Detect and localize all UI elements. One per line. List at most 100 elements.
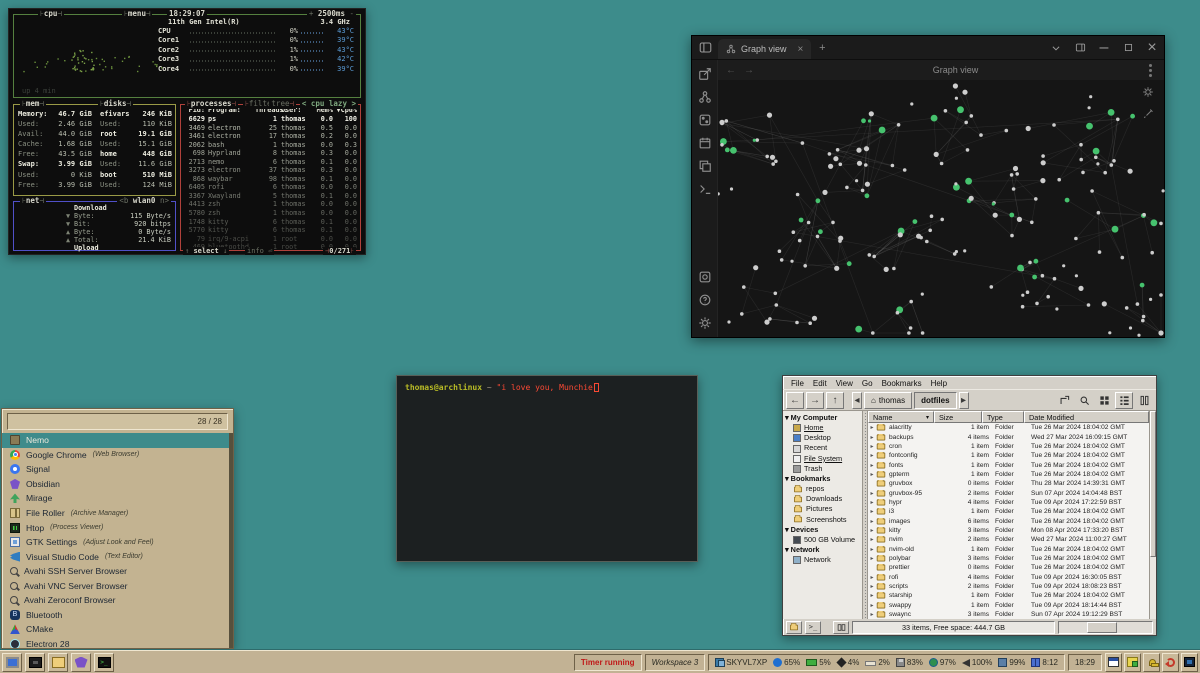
dual-pane-toggle-icon[interactable] — [833, 621, 849, 634]
fm-vertical-scrollbar[interactable] — [1149, 411, 1156, 619]
back-button[interactable]: ← — [786, 392, 804, 409]
taskbar-window-button[interactable] — [1105, 653, 1122, 672]
help-icon[interactable] — [698, 293, 712, 307]
maximize-button[interactable] — [1116, 36, 1140, 59]
btop-net-title[interactable]: ⊦net⊣ — [20, 196, 46, 206]
taskbar-keys-button[interactable] — [1143, 653, 1160, 672]
file-row[interactable]: ▸scripts2 itemsFolderTue 09 Apr 2024 18:… — [868, 582, 1149, 591]
menu-view[interactable]: View — [832, 379, 857, 388]
process-row[interactable]: 79irq/9-acpi1root0.00.0 — [181, 235, 360, 244]
graph-canvas[interactable] — [718, 80, 1164, 337]
process-row[interactable]: 1748kitty6thomas0.10.0 — [181, 218, 360, 227]
tray-network[interactable]: SKYVL7XP — [715, 658, 767, 667]
process-row[interactable]: 5780zsh1thomas0.00.0 — [181, 209, 360, 218]
column-header-size[interactable]: Size — [934, 411, 982, 423]
process-row[interactable]: 3367Xwayland5thomas0.10.0 — [181, 192, 360, 201]
menu-item-electron-28[interactable]: Electron 28 — [2, 637, 233, 648]
menu-item-obsidian[interactable]: Obsidian — [2, 477, 233, 492]
more-options-icon[interactable] — [1149, 69, 1152, 72]
row-expander-icon[interactable]: ▸ — [868, 443, 876, 450]
process-row[interactable]: 4413zsh1thomas0.00.0 — [181, 200, 360, 209]
menu-go[interactable]: Go — [858, 379, 877, 388]
menu-item-mirage[interactable]: Mirage — [2, 491, 233, 506]
dual-pane-icon[interactable] — [1135, 392, 1153, 409]
file-row[interactable]: ▸gpterm1 itemFolderTue 26 Mar 2024 18:04… — [868, 470, 1149, 479]
menu-item-file-roller[interactable]: File Roller(Archive Manager) — [2, 506, 233, 521]
sidebar-item-pictures[interactable]: Pictures — [785, 504, 862, 514]
file-row[interactable]: ▸starship1 itemFolderTue 26 Mar 2024 18:… — [868, 591, 1149, 600]
menu-item-avahi-vnc-server-browser[interactable]: Avahi VNC Server Browser — [2, 578, 233, 593]
file-row[interactable]: ▸fontconfig1 itemFolderTue 26 Mar 2024 1… — [868, 451, 1149, 460]
row-expander-icon[interactable]: ▸ — [868, 546, 876, 553]
close-button[interactable]: × — [1140, 36, 1164, 59]
btop-disks-title[interactable]: ⊦disks⊣ — [98, 99, 133, 109]
tray-pc[interactable]: 99% — [998, 658, 1025, 667]
menu-item-nemo[interactable]: Nemo — [2, 433, 233, 448]
sidebar-item-repos[interactable]: repos — [785, 484, 862, 494]
menu-scrollbar[interactable] — [229, 433, 233, 648]
process-table[interactable]: 6629ps1thomas0.01003469electron25thomas0… — [181, 115, 360, 252]
btop-tree-toggle[interactable]: tree⊣ — [269, 99, 296, 109]
menu-bookmarks[interactable]: Bookmarks — [878, 379, 926, 388]
menu-item-signal[interactable]: Signal — [2, 462, 233, 477]
sidebar-section-header[interactable]: ▾Bookmarks — [785, 474, 862, 484]
sidebar-item-downloads[interactable]: Downloads — [785, 494, 862, 504]
row-expander-icon[interactable]: ▸ — [868, 536, 876, 543]
tray-grid[interactable]: 8:12 — [1031, 658, 1058, 667]
menu-item-htop[interactable]: Htop(Process Viewer) — [2, 520, 233, 535]
crumb-next-button[interactable]: ▸ — [959, 392, 969, 409]
terminal-pane-toggle-icon[interactable]: >_ — [805, 621, 821, 634]
vault-icon[interactable] — [698, 270, 712, 284]
breadcrumb-current[interactable]: dotfiles — [914, 392, 956, 409]
menu-item-bluetooth[interactable]: Bluetooth — [2, 608, 233, 623]
dice-icon[interactable] — [698, 113, 712, 127]
tray-battery[interactable]: 5% — [806, 658, 831, 667]
process-row[interactable]: 698Hyprland8thomas0.30.0 — [181, 149, 360, 158]
file-row[interactable]: gruvbox0 itemsFolderThu 28 Mar 2024 14:3… — [868, 479, 1149, 488]
new-window-icon[interactable] — [1055, 392, 1073, 409]
templates-icon[interactable] — [698, 159, 712, 173]
workspace-widget[interactable]: Workspace 3 — [645, 654, 706, 671]
tray-globe[interactable]: 97% — [929, 658, 956, 667]
taskbar-monitor-button[interactable] — [1181, 653, 1198, 672]
row-expander-icon[interactable]: ▸ — [868, 490, 876, 497]
row-expander-icon[interactable]: ▸ — [868, 555, 876, 562]
column-header-date-modified[interactable]: Date Modified — [1024, 411, 1149, 423]
sidebar-section-header[interactable]: ▾Network — [785, 545, 862, 555]
sidebar-section-header[interactable]: ▾My Computer — [785, 413, 862, 423]
nav-forward-icon[interactable]: → — [744, 65, 762, 76]
sidebar-section-header[interactable]: ▾Devices — [785, 525, 862, 535]
file-row[interactable]: ▸hypr4 itemsFolderTue 09 Apr 2024 17:22:… — [868, 498, 1149, 507]
timer-widget[interactable]: Timer running — [574, 654, 642, 671]
row-expander-icon[interactable]: ▸ — [868, 452, 876, 459]
menu-item-visual-studio-code[interactable]: Visual Studio Code(Text Editor) — [2, 549, 233, 564]
tab-graph-view[interactable]: Graph view × — [718, 39, 811, 59]
sidebar-item-desktop[interactable]: Desktop — [785, 433, 862, 443]
taskbar-notes-button[interactable] — [1124, 653, 1141, 672]
sidebar-item-trash[interactable]: Trash — [785, 464, 862, 474]
sidebar-item-file-system[interactable]: File System — [785, 454, 862, 464]
file-row[interactable]: prettier0 itemsFolderTue 26 Mar 2024 18:… — [868, 563, 1149, 572]
column-header-name[interactable]: Name▾ — [868, 411, 934, 423]
file-row[interactable]: ▸fonts1 itemFolderTue 26 Mar 2024 18:04:… — [868, 460, 1149, 469]
file-row[interactable]: ▸gruvbox-952 itemsFolderSun 07 Apr 2024 … — [868, 488, 1149, 497]
forward-button[interactable]: → — [806, 392, 824, 409]
sidebar-item-home[interactable]: Home — [785, 423, 862, 433]
tray-disk[interactable]: 83% — [896, 658, 923, 667]
row-expander-icon[interactable]: ▸ — [868, 583, 876, 590]
launcher-terminal-button[interactable] — [94, 653, 114, 672]
taskbar-redo-button[interactable] — [1162, 653, 1179, 672]
menu-edit[interactable]: Edit — [809, 379, 831, 388]
icon-view-icon[interactable] — [1095, 392, 1113, 409]
menu-item-avahi-ssh-server-browser[interactable]: Avahi SSH Server Browser — [2, 564, 233, 579]
sidebar-toggle-icon[interactable] — [692, 36, 718, 59]
file-row[interactable]: ▸images6 itemsFolderTue 26 Mar 2024 18:0… — [868, 516, 1149, 525]
row-expander-icon[interactable]: ▸ — [868, 424, 876, 431]
menu-item-cmake[interactable]: CMake — [2, 622, 233, 637]
btop-tab-menu[interactable]: ⊦menu⊣ — [122, 9, 152, 19]
row-expander-icon[interactable]: ▸ — [868, 462, 876, 469]
file-row[interactable]: ▸polybar3 itemsFolderTue 26 Mar 2024 18:… — [868, 554, 1149, 563]
new-tab-button[interactable]: + — [811, 36, 833, 59]
process-row[interactable]: 3273electron37thomas0.30.0 — [181, 166, 360, 175]
row-expander-icon[interactable]: ▸ — [868, 574, 876, 581]
